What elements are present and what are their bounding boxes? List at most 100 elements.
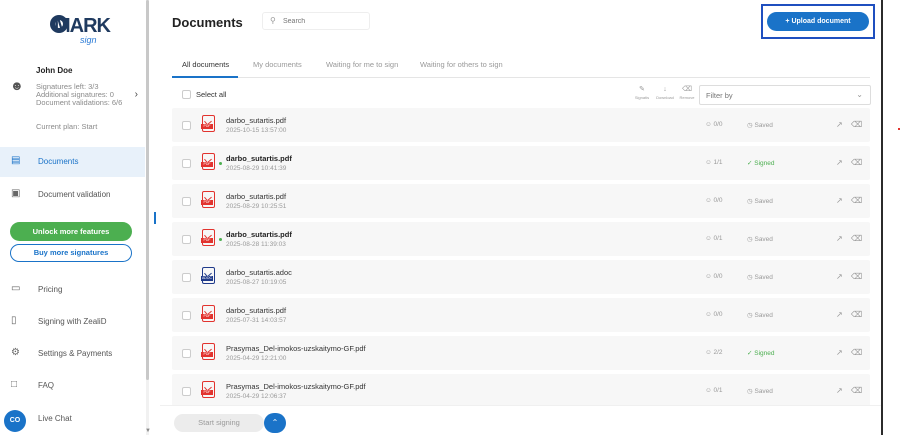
file-name[interactable]: Prasymas_Del-imokos-uzskaitymo-GF.pdf — [226, 344, 366, 353]
upload-document-button[interactable]: + Upload document — [767, 12, 869, 31]
sidebar-item-settings[interactable]: ⚙ Settings & Payments — [0, 339, 145, 369]
open-external-icon[interactable]: ↗ — [836, 272, 843, 281]
unlock-features-button[interactable]: Unlock more features — [10, 222, 132, 241]
row-checkbox[interactable] — [182, 197, 191, 206]
file-date: 2025-10-15 13:57:00 — [226, 127, 287, 134]
file-name[interactable]: darbo_sutartis.pdf — [226, 116, 286, 125]
search-icon: ⚲ — [270, 16, 276, 25]
trash-icon[interactable]: ⌫ — [851, 158, 862, 167]
user-card[interactable]: ☻ John Doe Signatures left: 3/3 Addition… — [10, 66, 140, 110]
table-row[interactable]: PDF darbo_sutartis.pdf 2025-08-29 10:25:51… — [172, 184, 870, 218]
person-icon: ☺ — [705, 349, 712, 356]
row-checkbox[interactable] — [182, 387, 191, 396]
table-row[interactable]: PDF darbo_sutartis.pdf 2025-10-15 13:57:00… — [172, 108, 870, 142]
download-button[interactable]: ↓ Download — [654, 85, 676, 100]
file-name[interactable]: darbo_sutartis.pdf — [226, 230, 292, 239]
search-box[interactable]: ⚲ — [262, 12, 370, 30]
row-checkbox[interactable] — [182, 311, 191, 320]
main-content: Documents ⚲ + Upload document All docume… — [160, 0, 882, 435]
table-row[interactable]: PDF Prasymas_Del-imokos-uzskaitymo-GF.pdf… — [172, 374, 870, 408]
logo[interactable]: MARK sign — [50, 11, 111, 45]
sidebar-item-label: Live Chat — [38, 414, 72, 423]
filter-label: Filter by — [706, 91, 733, 100]
open-external-icon[interactable]: ↗ — [836, 196, 843, 205]
tab-my-documents[interactable]: My documents — [253, 60, 302, 69]
trash-icon[interactable]: ⌫ — [851, 196, 862, 205]
trash-icon[interactable]: ⌫ — [851, 120, 862, 129]
file-date: 2025-08-28 11:39:03 — [226, 241, 286, 248]
file-name[interactable]: darbo_sutartis.pdf — [226, 154, 292, 163]
expand-up-icon[interactable]: ⌃ — [264, 413, 286, 433]
open-external-icon[interactable]: ↗ — [836, 120, 843, 129]
pdf-file-icon: PDF — [201, 343, 215, 360]
sidebar-item-signing-zealid[interactable]: ▯ Signing with ZealiD — [0, 307, 145, 337]
file-name[interactable]: darbo_sutartis.pdf — [226, 306, 286, 315]
file-name[interactable]: Prasymas_Del-imokos-uzskaitymo-GF.pdf — [226, 382, 366, 391]
file-date: 2025-08-29 10:25:51 — [226, 203, 287, 210]
open-external-icon[interactable]: ↗ — [836, 348, 843, 357]
trash-icon[interactable]: ⌫ — [851, 386, 862, 395]
filter-select[interactable]: Filter by ⌄ — [699, 85, 871, 105]
open-external-icon[interactable]: ↗ — [836, 158, 843, 167]
open-external-icon[interactable]: ↗ — [836, 310, 843, 319]
sidebar-item-document-validation[interactable]: ▣ Document validation — [0, 180, 145, 210]
file-name[interactable]: darbo_sutartis.pdf — [226, 192, 286, 201]
signatis-label: Signatis — [634, 95, 650, 100]
user-icon: ☻ — [10, 78, 24, 93]
table-row[interactable]: PDF darbo_sutartis.pdf 2025-08-28 11:39:03… — [172, 222, 870, 256]
gear-icon: ⚙ — [11, 347, 20, 358]
signature-count: ☺ 1/1 — [705, 159, 723, 166]
file-name[interactable]: darbo_sutartis.adoc — [226, 268, 292, 277]
remove-label: Remove — [679, 95, 695, 100]
chevron-right-icon[interactable]: › — [135, 89, 138, 100]
status-badge: ◷ Saved — [747, 122, 773, 129]
user-name: John Doe — [36, 66, 73, 75]
sidebar-item-documents[interactable]: ▤ Documents — [0, 147, 145, 177]
person-icon: ☺ — [705, 121, 712, 128]
row-checkbox[interactable] — [182, 121, 191, 130]
open-external-icon[interactable]: ↗ — [836, 234, 843, 243]
open-external-icon[interactable]: ↗ — [836, 386, 843, 395]
sidebar-scroll-thumb[interactable] — [146, 0, 149, 380]
buy-signatures-button[interactable]: Buy more signatures — [10, 244, 132, 262]
active-marker — [154, 212, 156, 224]
row-checkbox[interactable] — [182, 159, 191, 168]
sidebar-item-pricing[interactable]: ▭ Pricing — [0, 275, 145, 305]
search-input[interactable] — [283, 16, 367, 27]
remove-button[interactable]: ⌫ Remove — [676, 85, 698, 100]
sidebar-item-faq[interactable]: □ FAQ — [0, 371, 145, 401]
table-row[interactable]: PDF darbo_sutartis.pdf 2025-08-29 10:41:39… — [172, 146, 870, 180]
status-icon: ◷ — [747, 236, 753, 243]
sidebar-item-label: Signing with ZealiD — [38, 317, 107, 326]
person-icon: ☺ — [705, 311, 712, 318]
pdf-file-icon: PDF — [201, 191, 215, 208]
row-checkbox[interactable] — [182, 235, 191, 244]
trash-icon[interactable]: ⌫ — [851, 348, 862, 357]
trash-icon[interactable]: ⌫ — [851, 234, 862, 243]
pdf-file-icon: PDF — [201, 153, 215, 170]
chat-avatar-button[interactable]: CO — [4, 410, 26, 432]
trash-icon[interactable]: ⌫ — [851, 272, 862, 281]
table-row[interactable]: ADOC darbo_sutartis.adoc 2025-08-27 10:19:… — [172, 260, 870, 294]
tab-all-documents[interactable]: All documents — [182, 60, 229, 69]
table-row[interactable]: PDF darbo_sutartis.pdf 2025-07-31 14:03:57… — [172, 298, 870, 332]
row-checkbox[interactable] — [182, 349, 191, 358]
status-badge: ◷ Saved — [747, 236, 773, 243]
signature-count: ☺ 0/0 — [705, 273, 723, 280]
document-list: PDF darbo_sutartis.pdf 2025-10-15 13:57:00… — [172, 108, 870, 408]
file-date: 2025-07-31 14:03:57 — [226, 317, 287, 324]
status-icon: ◷ — [747, 274, 753, 281]
bottom-bar: Start signing ⌃ — [160, 405, 882, 435]
table-row[interactable]: PDF Prasymas_Del-imokos-uzskaitymo-GF.pdf… — [172, 336, 870, 370]
tab-waiting-for-others[interactable]: Waiting for others to sign — [420, 60, 503, 69]
select-all-checkbox[interactable] — [182, 90, 191, 99]
file-date: 2025-04-29 12:06:37 — [226, 393, 287, 400]
cursor-dot — [898, 128, 900, 130]
trash-icon[interactable]: ⌫ — [851, 310, 862, 319]
start-signing-button[interactable]: Start signing — [174, 414, 264, 432]
tab-waiting-for-me[interactable]: Waiting for me to sign — [326, 60, 398, 69]
current-plan: Current plan: Start — [36, 122, 98, 131]
row-checkbox[interactable] — [182, 273, 191, 282]
scroll-down-icon[interactable]: ▼ — [145, 428, 151, 434]
signatis-button[interactable]: ✎ Signatis — [631, 85, 653, 100]
